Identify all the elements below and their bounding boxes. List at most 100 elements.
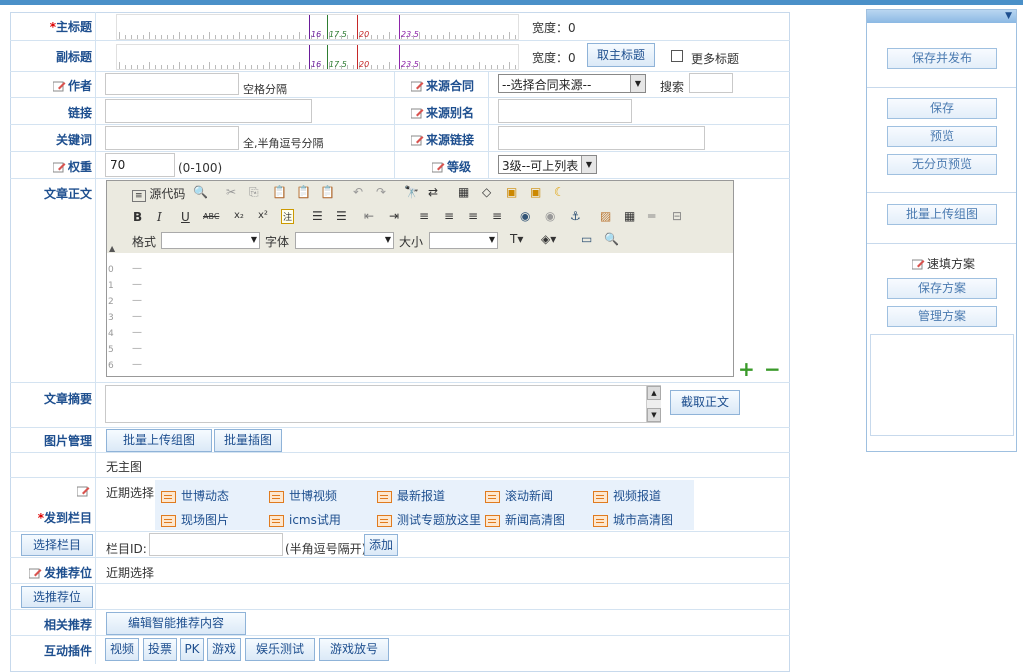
unlink-icon[interactable]: ◉	[545, 209, 555, 223]
category-item[interactable]: 世博动态	[161, 487, 229, 504]
subtitle-input[interactable]: 16 17.5 20 23.5	[116, 44, 519, 70]
shrink-editor-icon[interactable]: −	[764, 359, 781, 379]
plugin-pk-button[interactable]: PK	[180, 638, 204, 661]
text-color-icon[interactable]: T▾	[510, 232, 523, 246]
ordered-list-icon[interactable]: ☰	[312, 209, 323, 223]
maximize-icon[interactable]: ▭	[581, 232, 592, 246]
preview-button[interactable]: 预览	[887, 126, 997, 147]
more-title-checkbox[interactable]	[671, 50, 683, 62]
bold-icon[interactable]: B	[133, 210, 142, 224]
anchor-icon[interactable]: ⚓	[570, 209, 581, 223]
link-icon[interactable]: ◉	[520, 209, 530, 223]
replace-icon[interactable]: ⇄	[428, 185, 438, 199]
font-select[interactable]: ▼	[295, 232, 394, 249]
title-input[interactable]: 16 17.5 20 23.5	[116, 14, 519, 40]
expand-editor-icon[interactable]: +	[738, 359, 755, 379]
moon-icon[interactable]: ☾	[554, 185, 565, 199]
weight-input[interactable]: 70	[105, 153, 175, 177]
category-item[interactable]: 滚动新闻	[485, 487, 553, 504]
source-code-button[interactable]: ≡ 源代码	[132, 185, 185, 202]
manage-scheme-button[interactable]: 管理方案	[887, 306, 997, 327]
plugin-entertainment-button[interactable]: 娱乐测试	[245, 638, 315, 661]
outdent-icon[interactable]: ⇤	[364, 209, 374, 223]
cut-icon[interactable]: ✂	[226, 185, 236, 199]
ruler-tick	[125, 35, 126, 39]
format-select[interactable]: ▼	[161, 232, 260, 249]
page-break-icon[interactable]: ⊟	[672, 209, 682, 223]
keywords-input[interactable]	[105, 126, 239, 150]
category-item[interactable]: icms试用	[269, 511, 341, 528]
align-center-icon[interactable]: ≡	[444, 209, 454, 223]
plugin-video-button[interactable]: 视频	[105, 638, 139, 661]
category-item[interactable]: 现场图片	[161, 511, 229, 528]
horizontal-rule-icon[interactable]: ═	[648, 209, 655, 223]
indent-icon[interactable]: ⇥	[389, 209, 399, 223]
subscript-icon[interactable]: x₂	[234, 210, 244, 221]
plugin-gamecode-button[interactable]: 游戏放号	[319, 638, 389, 661]
level-select[interactable]: 3级--可上列表 ▼	[498, 155, 597, 174]
save-publish-button[interactable]: 保存并发布	[887, 48, 997, 69]
bg-color-icon[interactable]: ◈▾	[541, 232, 556, 246]
unordered-list-icon[interactable]: ☰	[336, 209, 347, 223]
batch-upload-button[interactable]: 批量上传组图	[106, 429, 212, 452]
paste-icon[interactable]: 📋	[272, 185, 287, 199]
batch-insert-button[interactable]: 批量插图	[214, 429, 282, 452]
select-all-icon[interactable]: ▦	[458, 185, 469, 199]
paste-word-icon[interactable]: 📋	[320, 185, 335, 199]
underline-icon[interactable]: U	[181, 210, 190, 224]
category-item[interactable]: 测试专题放这里	[377, 511, 481, 528]
align-right-icon[interactable]: ≡	[468, 209, 478, 223]
save-button[interactable]: 保存	[887, 98, 997, 119]
source-alias-input[interactable]	[498, 99, 632, 123]
select-position-button[interactable]: 选推荐位	[21, 586, 93, 608]
save-scheme-button[interactable]: 保存方案	[887, 278, 997, 299]
annotation-icon[interactable]: 注	[281, 209, 295, 224]
category-item[interactable]: 新闻高清图	[485, 511, 565, 528]
undo-icon[interactable]: ↶	[353, 185, 363, 199]
search-input[interactable]	[689, 73, 733, 93]
paste-text-icon[interactable]: 📋	[296, 185, 311, 199]
collapse-toolbar-icon[interactable]: ▲	[109, 244, 115, 253]
category-item[interactable]: 城市高清图	[593, 511, 673, 528]
source-contract-select[interactable]: --选择合同来源-- ▼	[498, 74, 646, 93]
superscript-icon[interactable]: x²	[258, 210, 268, 221]
table-icon[interactable]: ▦	[624, 209, 635, 223]
category-item[interactable]: 视频报道	[593, 487, 661, 504]
eraser-icon[interactable]: ◇	[482, 185, 491, 199]
plugin-vote-button[interactable]: 投票	[143, 638, 177, 661]
align-justify-icon[interactable]: ≡	[492, 209, 502, 223]
summary-scrollbar[interactable]: ▲ ▼	[646, 386, 661, 422]
show-blocks-icon[interactable]: 🔍	[604, 232, 619, 246]
scroll-down-icon[interactable]: ▼	[647, 408, 661, 422]
redo-icon[interactable]: ↷	[376, 185, 386, 199]
find-icon[interactable]: 🔭	[404, 185, 419, 199]
size-select[interactable]: ▼	[429, 232, 498, 249]
image-icon[interactable]: ▨	[600, 209, 611, 223]
add-column-button[interactable]: 添加	[364, 534, 398, 556]
category-item[interactable]: 最新报道	[377, 487, 445, 504]
scheme-list[interactable]	[870, 334, 1014, 436]
sidebar-header[interactable]: ▼	[867, 10, 1016, 23]
link-input[interactable]	[105, 99, 312, 123]
edit-related-button[interactable]: 编辑智能推荐内容	[106, 612, 246, 635]
select-column-button[interactable]: 选择栏目	[21, 534, 93, 556]
source-link-input[interactable]	[498, 126, 705, 150]
align-left-icon[interactable]: ≡	[419, 209, 429, 223]
scroll-up-icon[interactable]: ▲	[647, 386, 661, 400]
summary-textarea[interactable]	[105, 385, 661, 423]
template-icon[interactable]: ▣	[506, 185, 517, 199]
preview-nopage-button[interactable]: 无分页预览	[887, 154, 997, 175]
sidebar-batch-upload-button[interactable]: 批量上传组图	[887, 204, 997, 225]
preview-icon[interactable]: 🔍	[193, 185, 208, 199]
italic-icon[interactable]: I	[157, 210, 162, 224]
template2-icon[interactable]: ▣	[530, 185, 541, 199]
plugin-game-button[interactable]: 游戏	[207, 638, 241, 661]
strikethrough-icon[interactable]: ABC	[203, 212, 219, 221]
category-item[interactable]: 世博视频	[269, 487, 337, 504]
fetch-body-button[interactable]: 截取正文	[670, 390, 740, 415]
column-id-input[interactable]	[149, 533, 283, 556]
collapse-icon[interactable]: ▼	[1005, 11, 1012, 21]
fetch-title-button[interactable]: 取主标题	[587, 43, 655, 67]
author-input[interactable]	[105, 73, 239, 95]
copy-icon[interactable]: ⎘	[249, 185, 259, 200]
